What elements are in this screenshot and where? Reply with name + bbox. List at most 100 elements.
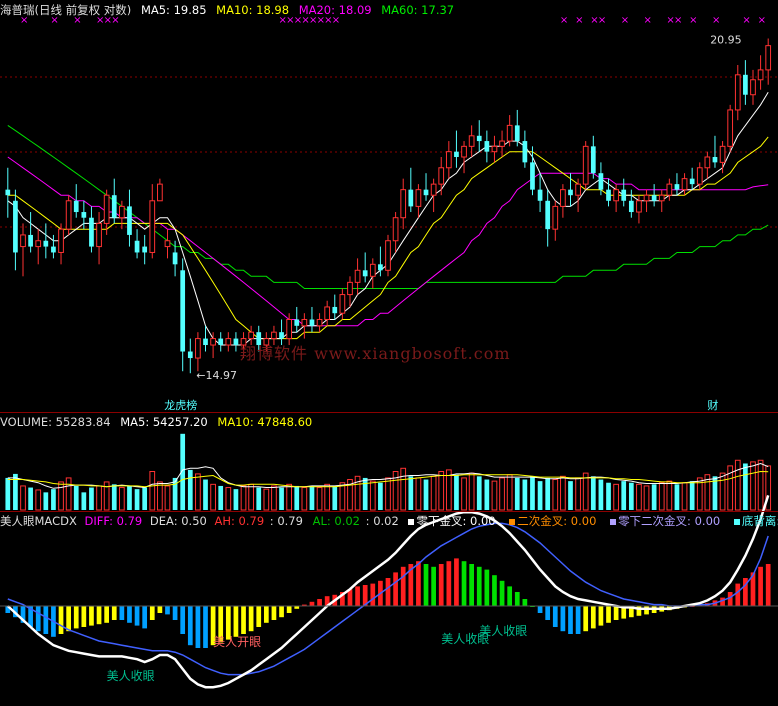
macd-hist-67 <box>514 592 520 606</box>
volume-bar-26 <box>203 479 208 510</box>
volume-bar-34 <box>263 488 270 511</box>
volume-bar-28 <box>218 485 224 510</box>
macd-hist-66 <box>507 586 513 606</box>
candle-body-13 <box>103 194 110 224</box>
volume-bar-66 <box>506 474 513 511</box>
macd-hist-74 <box>568 606 573 634</box>
macd-hist-76 <box>583 606 589 632</box>
candle-body-40 <box>309 319 315 326</box>
volume-bar-59 <box>454 474 459 510</box>
macd-hist-55 <box>423 564 429 606</box>
candle-body-57 <box>438 167 445 185</box>
candle-body-93 <box>712 156 718 163</box>
candle-body-72 <box>552 205 559 230</box>
candle-body-83 <box>636 200 642 213</box>
volume-bar-83 <box>636 483 642 511</box>
macd-hist-36 <box>279 606 284 618</box>
macd-hist-4 <box>35 606 41 632</box>
candle-body-87 <box>666 183 673 196</box>
macd-hist-9 <box>73 606 79 629</box>
candle-body-22 <box>172 252 178 265</box>
volume-bar-56 <box>430 475 437 511</box>
volume-bar-54 <box>415 477 422 511</box>
volume-bar-44 <box>339 482 346 511</box>
candle-body-37 <box>286 318 293 340</box>
candle-body-62 <box>476 135 482 142</box>
candle-body-30 <box>233 338 239 346</box>
signal-marker-21: × <box>674 15 682 26</box>
candle-body-50 <box>385 240 391 271</box>
candle-body-91 <box>696 167 703 185</box>
volume-bar-37 <box>286 483 293 511</box>
macd-hist-11 <box>89 606 94 626</box>
candle-body-25 <box>195 338 201 359</box>
candle-body-95 <box>727 109 734 147</box>
candle-body-35 <box>271 331 277 340</box>
volume-bar-71 <box>545 477 551 510</box>
candle-body-76 <box>582 145 589 185</box>
macd-hist-14 <box>111 606 117 620</box>
volume-bar-49 <box>378 482 383 510</box>
macd-hist-79 <box>606 606 611 623</box>
volume-bar-33 <box>256 487 262 510</box>
legend-ma10: MA10: 18.98 <box>216 3 290 17</box>
watermark: 翔博软件 www.xiangbosoft.com <box>240 344 511 363</box>
macd-hist-32 <box>248 606 254 632</box>
volume-bar-5 <box>43 492 49 510</box>
stock-title: 海普瑞(日线 前复权 对数) <box>0 3 132 17</box>
volume-bar-69 <box>530 476 535 510</box>
candle-body-99 <box>757 69 764 81</box>
volume-bar-53 <box>408 476 414 510</box>
candle-body-48 <box>369 263 376 277</box>
volume-bar-82 <box>628 482 634 510</box>
candle-body-59 <box>454 151 459 157</box>
candle-body-5 <box>43 240 49 247</box>
legend-vol-ma10: MA10: 47848.60 <box>217 415 313 429</box>
macd-hist-46 <box>355 586 360 606</box>
macd-hist-56 <box>431 566 436 606</box>
macd-hist-73 <box>560 606 566 632</box>
candle-body-71 <box>545 200 551 230</box>
candle-body-17 <box>134 240 140 253</box>
macd-hist-22 <box>172 606 178 620</box>
macd-hist-71 <box>545 606 551 620</box>
candle-body-49 <box>378 264 383 271</box>
macd-hist-21 <box>165 606 170 615</box>
macd-hist-26 <box>203 606 208 648</box>
candle-body-6 <box>51 246 56 253</box>
volume-bar-94 <box>719 472 726 511</box>
volume-bar-97 <box>743 463 748 510</box>
legend-ma60: MA60: 17.37 <box>381 3 455 17</box>
candle-body-67 <box>514 125 520 142</box>
volume-bar-75 <box>575 477 581 511</box>
volume-bar-65 <box>499 477 505 511</box>
candle-body-44 <box>339 294 346 314</box>
macd-hist-58 <box>446 561 452 606</box>
macd-hist-54 <box>416 561 421 606</box>
tag-left: 龙虎榜 <box>164 398 197 412</box>
candle-body-29 <box>225 338 232 346</box>
candle-body-45 <box>347 281 353 296</box>
candle-body-28 <box>218 338 224 346</box>
candle-body-3 <box>28 234 33 247</box>
macd-hist-41 <box>317 599 322 606</box>
candle-body-90 <box>689 178 695 185</box>
candle-body-47 <box>362 270 368 277</box>
candle-body-85 <box>651 195 657 201</box>
volume-bar-30 <box>233 489 239 510</box>
candle-body-63 <box>484 141 490 152</box>
macd-hist-19 <box>149 606 155 620</box>
macd-hist-52 <box>400 566 406 606</box>
candle-body-79 <box>606 189 611 201</box>
macd-hist-15 <box>119 606 125 620</box>
macd-hist-25 <box>195 606 201 648</box>
macd-hist-59 <box>454 558 459 606</box>
legend-diff: DIFF: 0.79 <box>84 514 143 528</box>
candle-body-88 <box>674 184 680 190</box>
macd-hist-75 <box>575 606 581 634</box>
candle-body-84 <box>643 194 650 202</box>
macd-hist-78 <box>598 606 604 626</box>
legend-al: AL: 0.02 <box>312 514 361 528</box>
candle-body-92 <box>704 156 711 169</box>
volume-bar-25 <box>195 473 201 511</box>
